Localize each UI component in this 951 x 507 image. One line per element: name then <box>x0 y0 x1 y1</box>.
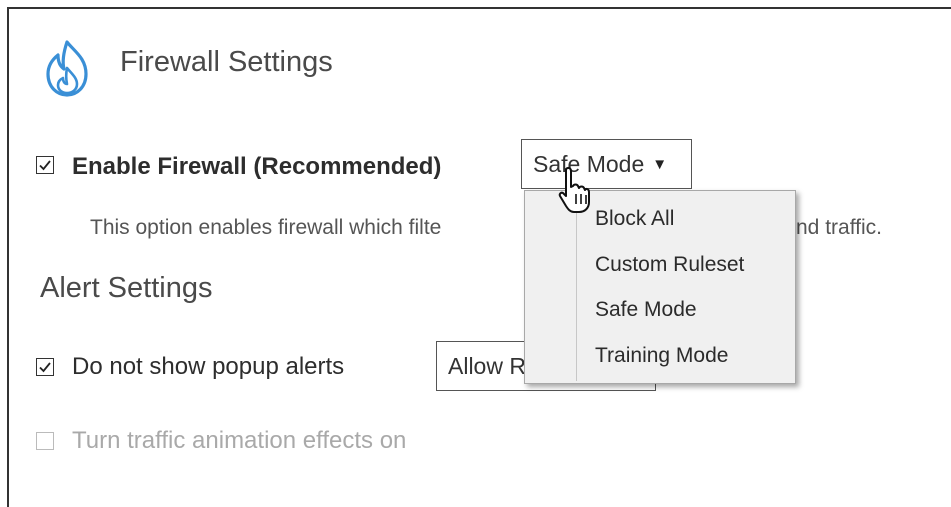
firewall-flame-icon <box>40 38 94 98</box>
firewall-mode-menu: Block All Custom Ruleset Safe Mode Train… <box>524 190 796 384</box>
enable-firewall-checkbox[interactable] <box>36 156 54 174</box>
checkmark-icon <box>39 362 51 373</box>
popup-alerts-checkbox[interactable] <box>36 358 54 376</box>
dropdown-arrow-icon: ▼ <box>652 155 668 173</box>
menu-gutter-divider <box>576 193 577 381</box>
menu-item-safe-mode[interactable]: Safe Mode <box>595 298 697 322</box>
firewall-mode-select[interactable]: Safe Mode ▼ <box>521 139 692 189</box>
popup-alerts-label: Do not show popup alerts <box>72 353 345 380</box>
firewall-description-left: This option enables firewall which filte <box>90 216 442 239</box>
checkmark-icon <box>39 160 51 171</box>
firewall-description-right: nd traffic. <box>796 216 882 239</box>
menu-item-block-all[interactable]: Block All <box>595 207 674 231</box>
page-title: Firewall Settings <box>120 46 333 78</box>
popup-alert-action-value: Allow R <box>448 352 526 379</box>
menu-item-training-mode[interactable]: Training Mode <box>595 344 728 368</box>
alert-settings-heading: Alert Settings <box>40 272 213 304</box>
traffic-animation-label: Turn traffic animation effects on <box>72 427 407 454</box>
enable-firewall-label: Enable Firewall (Recommended) <box>72 153 442 180</box>
menu-item-custom-ruleset[interactable]: Custom Ruleset <box>595 253 744 277</box>
traffic-animation-checkbox[interactable] <box>36 432 54 450</box>
hand-cursor-icon <box>557 166 595 216</box>
